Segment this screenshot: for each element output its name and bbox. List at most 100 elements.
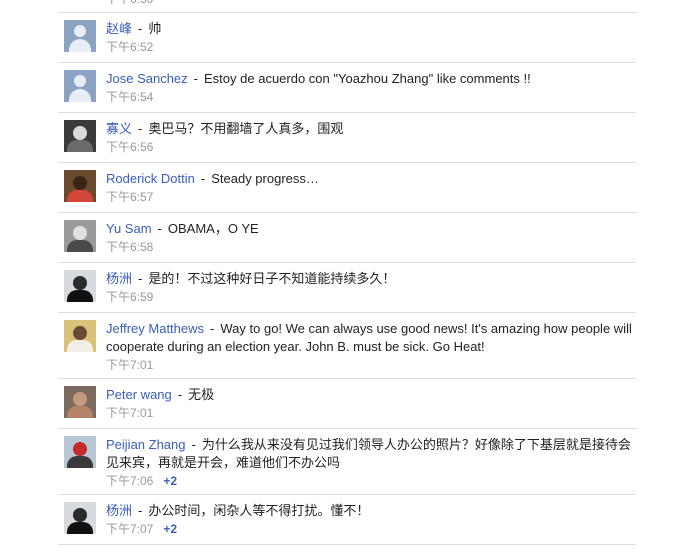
comment-item: Peter wang - 无极下午7:01 [58,379,636,429]
avatar-head [73,326,87,340]
separator: - [210,321,215,336]
comment-line: Jose Sanchez - Estoy de acuerdo con "Yoazh… [106,70,636,88]
author-link[interactable]: Peter wang [106,387,172,402]
comment-meta: 下午6:54 [106,88,636,106]
comment-timestamp[interactable]: 下午6:52 [106,40,153,54]
separator: - [138,121,143,136]
avatar-head [73,126,87,140]
avatar-body [69,39,91,52]
comment-meta: 下午6:52 [106,38,636,56]
comment-item: Yu Sam - OBAMA，O YE 下午6:58 [58,213,636,263]
author-link[interactable]: 杨洲 [106,271,132,286]
comment-item: 杨洲 - 是的！不过这种好日子不知道能持续多久！ 下午6:59 [58,263,636,313]
comment-timestamp[interactable]: 下午6:57 [106,190,153,204]
comment-timestamp[interactable]: 下午7:01 [106,406,153,420]
comment-item: Peijian Zhang - 为什么我从来没有见过我们领导人办公的照片？好像除了下… [58,429,636,495]
comment-item: 寡义 - 奥巴马？不用翻墙了人真多，围观下午6:56 [58,113,636,163]
avatar[interactable] [64,20,96,52]
comment-text: 帅 [148,21,162,36]
comment-item: 赵峰 - 帅下午6:52 [58,13,636,63]
separator: - [138,21,143,36]
avatar-body [67,522,93,534]
author-link[interactable]: Jose Sanchez [106,71,188,86]
avatar-head [73,226,87,240]
comment-timestamp[interactable]: 下午7:07 [106,522,153,536]
avatar-body [67,340,93,352]
comment-item: 下午6:50 [58,0,636,13]
comment-meta: 下午6:57 [106,188,636,206]
comment-meta: 下午7:07 +2 [106,520,636,538]
comment-text: 办公时间，闲杂人等不得打扰。懂不！ [148,503,370,518]
avatar-head [73,276,87,290]
plus-one-count[interactable]: +2 [163,522,177,536]
avatar-body [67,406,93,418]
comment-list: 下午6:50赵峰-帅下午6:52Jose Sanchez-Estoy de ac… [58,0,636,545]
comment-meta: 下午7:01 [106,404,636,422]
author-link[interactable]: 杨洲 [106,503,132,518]
comment-line: Peter wang - 无极 [106,386,636,404]
avatar[interactable] [64,170,96,202]
comment-text: 奥巴马？不用翻墙了人真多，围观 [148,121,344,136]
avatar[interactable] [64,386,96,418]
comment-meta: 下午7:06 +2 [106,472,636,490]
avatar-body [67,290,93,302]
comment-line: 寡义 - 奥巴马？不用翻墙了人真多，围观 [106,120,636,138]
avatar-body [69,89,91,102]
comment-timestamp[interactable]: 下午6:50 [106,0,153,6]
avatar-body [67,456,93,468]
avatar[interactable] [64,220,96,252]
comment-line: Yu Sam - OBAMA，O YE [106,220,636,238]
avatar-head [73,508,87,522]
author-link[interactable]: 寡义 [106,121,132,136]
comment-line: 杨洲 - 是的！不过这种好日子不知道能持续多久！ [106,270,636,288]
avatar[interactable] [64,436,96,468]
comment-timestamp[interactable]: 下午6:54 [106,90,153,104]
comment-timestamp[interactable]: 下午6:56 [106,140,153,154]
comment-text: 是的！不过这种好日子不知道能持续多久！ [148,271,396,286]
avatar[interactable] [64,502,96,534]
comment-text: Steady progress… [211,171,319,186]
comment-item: 杨洲 - 办公时间，闲杂人等不得打扰。懂不！ 下午7:07 +2 [58,495,636,545]
author-link[interactable]: Yu Sam [106,221,152,236]
comment-meta: 下午6:59 [106,288,636,306]
author-link[interactable]: Roderick Dottin [106,171,195,186]
avatar[interactable] [64,70,96,102]
avatar-head [74,25,86,37]
comment-timestamp[interactable]: 下午7:06 [106,474,153,488]
author-link[interactable]: 赵峰 [106,21,132,36]
avatar-head [73,442,87,456]
comment-line: 杨洲 - 办公时间，闲杂人等不得打扰。懂不！ [106,502,636,520]
comment-timestamp[interactable]: 下午7:01 [106,358,153,372]
avatar[interactable] [64,120,96,152]
author-link[interactable]: Jeffrey Matthews [106,321,204,336]
comment-meta: 下午7:01 [106,356,636,374]
comment-timestamp[interactable]: 下午6:58 [106,240,153,254]
separator: - [177,387,183,402]
author-link[interactable]: Peijian Zhang [106,437,186,452]
avatar[interactable] [64,270,96,302]
plus-one-count[interactable]: +2 [163,474,177,488]
avatar[interactable] [64,320,96,352]
separator: - [200,171,206,186]
comment-line: Peijian Zhang - 为什么我从来没有见过我们领导人办公的照片？好像除了下… [106,436,636,472]
comment-item: Roderick Dottin - Steady progress… 下午6:57 [58,163,636,213]
comment-line: Jeffrey Matthews - Way to go! We can alway… [106,320,636,356]
comment-meta: 下午6:50 [106,0,636,8]
comment-item: Jose Sanchez - Estoy de acuerdo con "Yoazh… [58,63,636,113]
separator: - [157,221,162,236]
comment-meta: 下午6:56 [106,138,636,156]
separator: - [193,71,199,86]
avatar-body [67,140,93,152]
comment-text: Estoy de acuerdo con "Yoazhou Zhang" lik… [204,71,531,86]
avatar-body [67,190,93,202]
comment-line: 赵峰 - 帅 [106,20,636,38]
comment-line: Roderick Dottin - Steady progress… [106,170,636,188]
avatar-head [73,176,87,190]
avatar-body [67,240,93,252]
comment-timestamp[interactable]: 下午6:59 [106,290,153,304]
comment-meta: 下午6:58 [106,238,636,256]
separator: - [138,503,143,518]
avatar-head [74,75,86,87]
comment-text: OBAMA，O YE [167,221,259,236]
comment-item: Jeffrey Matthews - Way to go! We can alway… [58,313,636,379]
